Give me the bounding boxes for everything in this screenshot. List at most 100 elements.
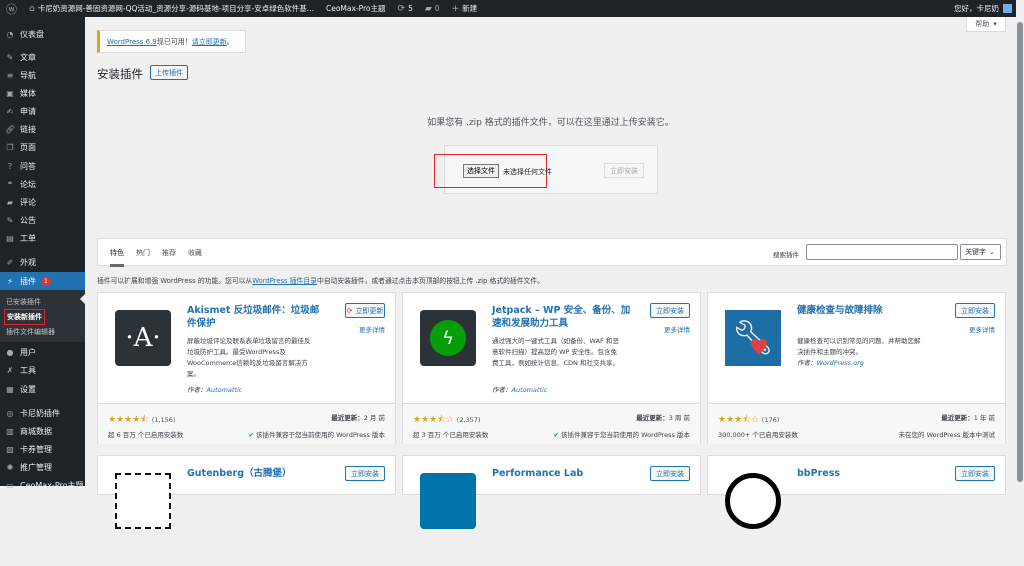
media-icon: ▣ (6, 88, 14, 98)
sidebar-item-12[interactable]: ✐ 外观 (0, 253, 85, 271)
last-updated: 最近更新：3 周 前 (636, 414, 690, 422)
plugin-custom-icon: ◎ (6, 408, 14, 418)
sidebar-item-13[interactable]: ⚡︎ 插件 1 (0, 272, 85, 290)
plugin-card: Performance Lab 立即安装 (402, 455, 701, 529)
plugin-description: 屏蔽垃圾评论及联系表单垃圾留言的最佳反垃圾防护工具。最受WordPress及Wo… (187, 337, 311, 378)
sidebar-item-5[interactable]: 🔗︎ 链接 (0, 120, 85, 138)
last-updated: 最近更新：2 月 前 (331, 414, 385, 422)
wordpress-version-link[interactable]: WordPress 6.9 (107, 38, 157, 46)
page-title: 安装插件 (97, 67, 143, 81)
sidebar-item-0[interactable]: ◔ 仪表盘 (0, 25, 85, 43)
plugin-directory-link[interactable]: WordPress 插件目录 (252, 277, 317, 285)
last-updated: 最近更新：1 年 前 (941, 414, 995, 422)
scrollbar-thumb[interactable] (1017, 22, 1023, 482)
sidebar-item-20[interactable]: ✺ 推广管理 (0, 458, 85, 476)
plugin-action-button[interactable]: 立即安装 (955, 303, 995, 318)
edit-icon: ✍ (6, 106, 14, 116)
comments-link[interactable]: ▰ 0 (419, 4, 446, 14)
plugin-action-button[interactable]: 立即安装 (650, 466, 690, 481)
user-menu[interactable]: 您好，卡尼奶 (954, 3, 1024, 14)
pin-icon: ✎ (6, 52, 14, 62)
sidebar-item-9[interactable]: ▰ 评论 (0, 193, 85, 211)
plugin-name-link[interactable]: 健康检查与故障排除 (797, 304, 937, 317)
active-installs: 超 3 百万 个已启用安装数 (413, 431, 489, 439)
update-icon: ⟳ (346, 306, 353, 315)
sidebar-item-21[interactable]: ▭ CeoMax-Pro主题 (0, 476, 85, 494)
search-type-select[interactable]: 关键字 ⌄ (960, 244, 1001, 260)
plugin-action-button[interactable]: 立即安装 (650, 303, 690, 318)
sidebar-item-4[interactable]: ✍ 申请 (0, 102, 85, 120)
plugin-name-link[interactable]: Jetpack – WP 安全、备份、加速和发展助力工具 (492, 304, 632, 330)
author-link[interactable]: WordPress.org (817, 359, 864, 367)
menu-icon: ≡ (6, 70, 14, 80)
star-rating: ★★★⯪☆ (2,357) (413, 415, 481, 425)
akismet-logo-icon: ·A· (115, 310, 171, 366)
tab-recommended[interactable]: 推荐 (162, 248, 176, 258)
help-tab-button[interactable]: 帮助 ▾ (966, 17, 1006, 32)
gutenberg-logo-icon (115, 473, 171, 529)
sidebar-item-8[interactable]: ❝ 论坛 (0, 175, 85, 193)
comment-icon: ▰ (6, 197, 14, 207)
sidebar-item-3[interactable]: ▣ 媒体 (0, 84, 85, 102)
plugin-action-button[interactable]: ⟳ 立即更新 (345, 303, 385, 318)
sidebar-item-11[interactable]: ▤ 工单 (0, 229, 85, 247)
submenu-plugin-editor[interactable]: 插件文件编辑器 (6, 327, 55, 337)
sidebar-item-1[interactable]: ✎ 文章 (0, 48, 85, 66)
author-link[interactable]: Automattic (512, 386, 548, 394)
more-details-link[interactable]: 更多详情 (969, 324, 995, 334)
check-icon: ✔ (553, 431, 562, 439)
more-details-link[interactable]: 更多详情 (359, 324, 385, 334)
wordpress-logo-icon[interactable]: ⓦ (0, 1, 23, 17)
scrollbar[interactable] (1016, 0, 1024, 486)
submenu-add-new-plugin[interactable]: 安装新插件 (4, 309, 45, 325)
tab-popular[interactable]: 热门 (136, 248, 150, 258)
tab-featured[interactable]: 特色 (110, 248, 124, 267)
plugin-name-link[interactable]: Akismet 反垃圾邮件：垃圾邮件保护 (187, 304, 327, 330)
more-details-link[interactable]: 更多详情 (664, 324, 690, 334)
plugin-name-link[interactable]: Performance Lab (492, 467, 632, 480)
install-now-button[interactable]: 立即安装 (604, 163, 644, 178)
current-menu-arrow (75, 294, 85, 304)
author-link[interactable]: Automattic (207, 386, 243, 394)
choose-file-button[interactable]: 选择文件 (463, 164, 499, 178)
plugin-description: 健康检查可以识别常见的问题，并帮助您解决插件和主题的冲突。 (797, 337, 921, 356)
plugin-card: Gutenberg（古腾堡） 立即安装 (97, 455, 396, 529)
main-content: WordPress 6.9 现已可用！ 请立即更新。 帮助 ▾ 安装插件 上传插件 … (85, 17, 1016, 529)
rating-count[interactable]: (176) (762, 416, 779, 424)
sidebar-item-2[interactable]: ≡ 导航 (0, 66, 85, 84)
user-icon: ● (6, 347, 14, 357)
sidebar-item-16[interactable]: ▦ 设置 (0, 380, 85, 398)
search-input[interactable] (806, 244, 958, 260)
plugin-action-button[interactable]: 立即安装 (345, 466, 385, 481)
health-check-logo-icon: 🔧︎ ♥ (725, 310, 781, 366)
sidebar: ◔ 仪表盘 ✎ 文章 ≡ 导航 ▣ 媒体 ✍ 申请 🔗︎ 链接 ❐ 页面? 问答 ❝ 论坛 ▰ 评论 ✎ 公告 ▤ 工单 ✐ 外… (0, 17, 85, 490)
chevron-down-icon: ⌄ (989, 248, 995, 256)
new-content-link[interactable]: + 新建 (446, 3, 484, 14)
submenu-installed-plugins[interactable]: 已安装插件 (6, 297, 41, 307)
sidebar-item-14[interactable]: ● 用户 (0, 343, 85, 361)
update-notice: WordPress 6.9 现已可用！ 请立即更新。 (97, 30, 246, 53)
brush-icon: ✐ (6, 257, 14, 267)
update-now-link[interactable]: 请立即更新 (192, 37, 227, 47)
rating-count[interactable]: (2,357) (457, 416, 481, 424)
sidebar-item-15[interactable]: ✗ 工具 (0, 361, 85, 379)
sidebar-item-17[interactable]: ◎ 卡尼奶插件 (0, 404, 85, 422)
updates-link[interactable]: ⟳ 5 (392, 4, 419, 14)
upload-plugin-button[interactable]: 上传插件 (150, 65, 188, 80)
sidebar-item-19[interactable]: ▧ 卡券管理 (0, 440, 85, 458)
plus-icon: + (451, 3, 460, 14)
plugin-action-button[interactable]: 立即安装 (955, 466, 995, 481)
plugin-author: 作者：WordPress.org (797, 359, 864, 367)
tab-favorites[interactable]: 收藏 (188, 248, 202, 258)
question-icon: ? (7, 161, 13, 171)
jetpack-logo-icon: ϟ (420, 310, 476, 366)
sidebar-item-10[interactable]: ✎ 公告 (0, 211, 85, 229)
rating-count[interactable]: (1,156) (152, 416, 176, 424)
sidebar-item-6[interactable]: ❐ 页面 (0, 138, 85, 156)
plugin-name-link[interactable]: bbPress (797, 467, 937, 480)
sidebar-item-7[interactable]: ? 问答 (0, 157, 85, 175)
site-name-link[interactable]: ⌂ 卡尼奶资源网-善固资源网-QQ活动_资源分享-源码基地-项目分享-安卓绿色软件… (23, 3, 320, 14)
sidebar-item-18[interactable]: ▥ 商城数据 (0, 422, 85, 440)
theme-link[interactable]: CeoMax-Pro主题 (320, 3, 392, 14)
plugin-name-link[interactable]: Gutenberg（古腾堡） (187, 467, 327, 480)
